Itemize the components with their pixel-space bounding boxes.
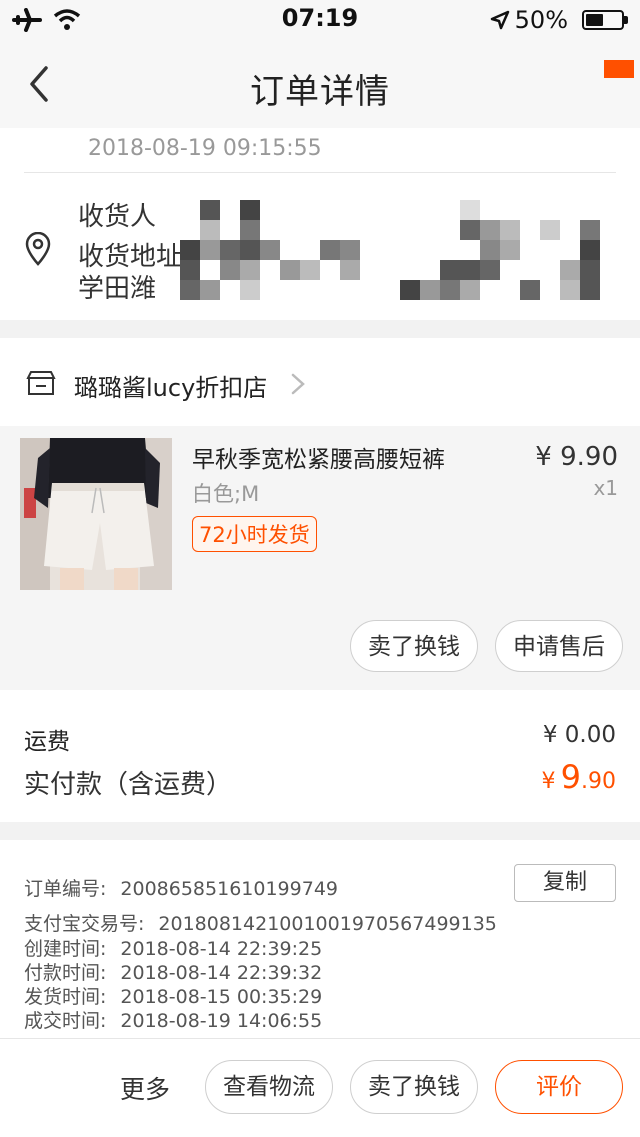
alipay-trade-row: 支付宝交易号: 2018081421001001970567499135 xyxy=(24,909,497,936)
product-thumbnail[interactable] xyxy=(20,438,172,590)
redacted-address-mosaic xyxy=(180,198,600,302)
total-label: 实付款（含运费） xyxy=(24,770,233,800)
battery-percent: 50% xyxy=(514,6,568,34)
shop-icon xyxy=(26,371,56,395)
shipped-time: 2018-08-15 00:35:29 xyxy=(120,986,323,1008)
battery-icon xyxy=(582,10,624,30)
resell-button-bottom[interactable]: 卖了换钱 xyxy=(350,1060,478,1114)
location-pin-icon xyxy=(25,232,51,266)
order-status-time: 2018-08-19 09:15:55 xyxy=(88,136,322,161)
battery-cap xyxy=(624,16,628,24)
paid-time-row: 付款时间: 2018-08-14 22:39:32 xyxy=(24,958,322,985)
paid-time: 2018-08-14 22:39:32 xyxy=(120,962,323,984)
view-logistics-button[interactable]: 查看物流 xyxy=(205,1060,333,1114)
nav-bar: 订单详情 xyxy=(0,40,640,128)
info-key: 发货时间: xyxy=(24,986,107,1008)
notification-badge[interactable] xyxy=(604,60,634,78)
more-button[interactable]: 更多 xyxy=(120,1070,170,1106)
info-key: 创建时间: xyxy=(24,938,107,960)
completed-time: 2018-08-19 14:06:55 xyxy=(120,1010,323,1032)
status-bar: 07:19 50% xyxy=(0,0,640,40)
product-title[interactable]: 早秋季宽松紧腰高腰短裤 xyxy=(192,440,445,474)
resell-button[interactable]: 卖了换钱 xyxy=(350,620,478,672)
info-key: 成交时间: xyxy=(24,1010,107,1032)
alipay-trade-number: 2018081421001001970567499135 xyxy=(158,913,497,935)
shipping-fee-value: ¥ 0.00 xyxy=(542,722,616,748)
page-title: 订单详情 xyxy=(250,72,390,112)
review-button[interactable]: 评价 xyxy=(495,1060,623,1114)
total-decimal: .90 xyxy=(581,769,616,794)
total-paid: ¥ 9.90 xyxy=(542,758,616,796)
address-recipient: 收货人 xyxy=(78,202,157,232)
info-key: 付款时间: xyxy=(24,962,107,984)
chevron-right-icon xyxy=(291,373,305,395)
price-summary xyxy=(0,690,640,822)
completed-time-row: 成交时间: 2018-08-19 14:06:55 xyxy=(24,1006,322,1033)
info-key: 支付宝交易号: xyxy=(24,913,145,935)
product-sku: 白色;M xyxy=(192,482,260,506)
shipping-fee-label: 运费 xyxy=(24,729,70,755)
shipped-time-row: 发货时间: 2018-08-15 00:35:29 xyxy=(24,982,322,1009)
shop-name[interactable]: 璐璐酱lucy折扣店 xyxy=(74,368,267,403)
shipping-tag: 72小时发货 xyxy=(192,516,317,552)
battery-fill xyxy=(586,14,603,26)
copy-button[interactable]: 复制 xyxy=(514,864,616,902)
info-key: 订单编号: xyxy=(24,878,107,900)
after-sale-button[interactable]: 申请售后 xyxy=(495,620,623,672)
product-price: ¥ 9.90 xyxy=(535,442,618,472)
location-arrow-icon xyxy=(490,10,510,30)
created-time: 2018-08-14 22:39:25 xyxy=(120,938,323,960)
divider xyxy=(24,172,616,173)
order-number: 200865851610199749 xyxy=(120,878,338,900)
address-extra: 学田潍 xyxy=(78,274,157,304)
created-time-row: 创建时间: 2018-08-14 22:39:25 xyxy=(24,934,322,961)
order-number-row: 订单编号: 200865851610199749 xyxy=(24,874,338,901)
total-currency: ¥ xyxy=(541,769,556,794)
total-integer: 9 xyxy=(560,758,581,796)
product-quantity: x1 xyxy=(593,476,618,500)
